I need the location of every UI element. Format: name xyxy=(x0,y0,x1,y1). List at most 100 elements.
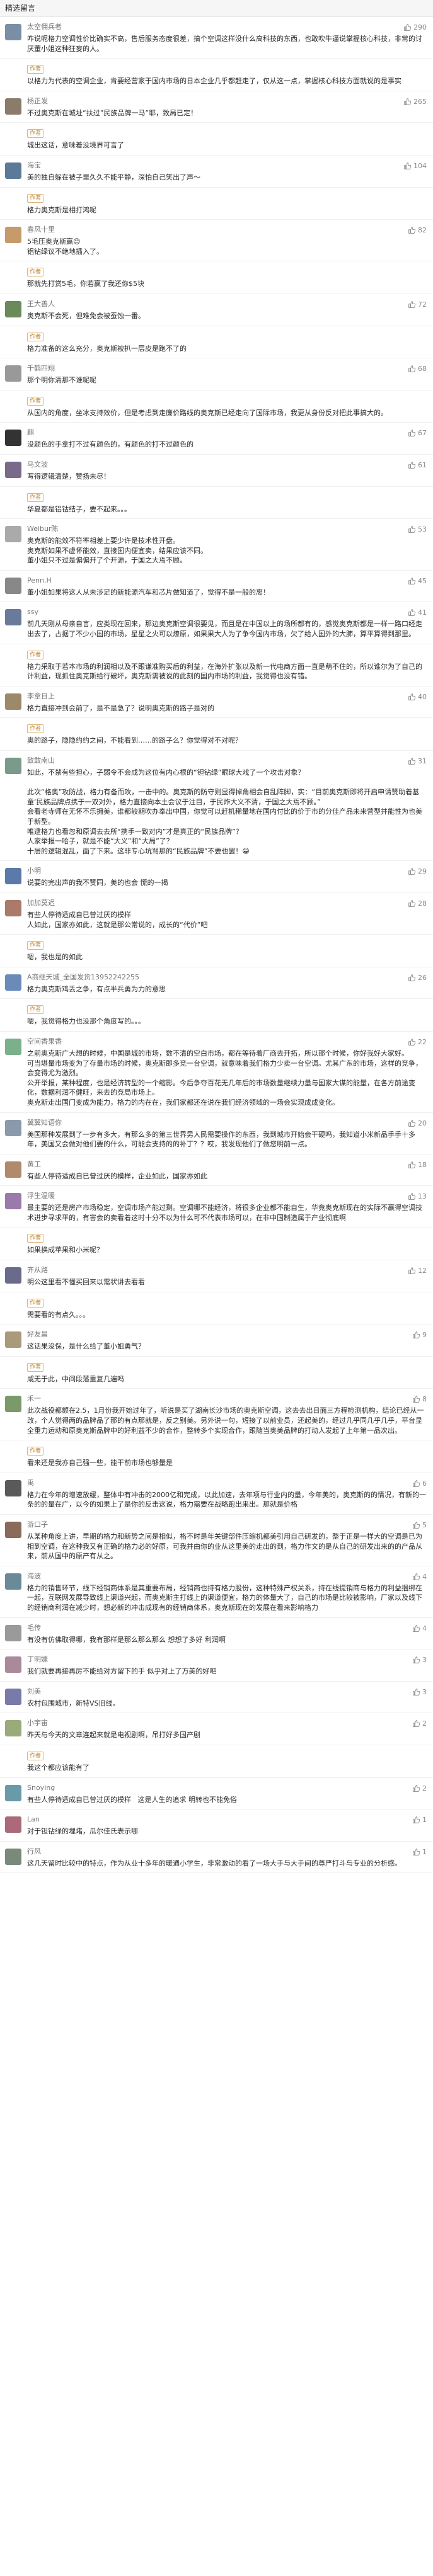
like-button[interactable]: 18 xyxy=(408,1160,427,1169)
avatar[interactable] xyxy=(5,974,21,991)
username[interactable]: 禹 xyxy=(27,1479,412,1488)
avatar[interactable] xyxy=(5,868,21,885)
username[interactable]: 黄工 xyxy=(27,1160,408,1169)
like-button[interactable]: 265 xyxy=(403,97,427,106)
avatar[interactable] xyxy=(5,758,21,775)
like-button[interactable]: 3 xyxy=(412,1655,427,1664)
avatar[interactable] xyxy=(5,1784,21,1801)
avatar[interactable] xyxy=(5,693,21,710)
username[interactable]: 行风 xyxy=(27,1847,412,1856)
avatar[interactable] xyxy=(5,1161,21,1178)
username[interactable]: 麒 xyxy=(27,428,408,437)
avatar[interactable] xyxy=(5,300,21,317)
username[interactable]: 毛传 xyxy=(27,1624,412,1633)
like-button[interactable]: 53 xyxy=(408,525,427,533)
username[interactable]: 海宝 xyxy=(27,161,403,170)
username[interactable]: 游口子 xyxy=(27,1520,412,1529)
username[interactable]: Lan xyxy=(27,1815,412,1824)
username[interactable]: 齐从路 xyxy=(27,1266,408,1275)
like-button[interactable]: 1 xyxy=(412,1847,427,1856)
like-button[interactable]: 2 xyxy=(412,1784,427,1792)
avatar[interactable] xyxy=(5,1396,21,1413)
like-button[interactable]: 4 xyxy=(412,1624,427,1633)
like-button[interactable]: 20 xyxy=(408,1119,427,1127)
like-button[interactable]: 290 xyxy=(403,23,427,31)
avatar[interactable] xyxy=(5,24,21,40)
username[interactable]: Penn.H xyxy=(27,576,408,585)
like-button[interactable]: 29 xyxy=(408,867,427,875)
comment-item: 致敢南山 31 如此，不禁有些担心，子弱令不会成为这位有内心根的“钽钻绿”眼球大戏了… xyxy=(0,751,433,862)
like-button[interactable]: 67 xyxy=(408,428,427,437)
avatar[interactable] xyxy=(5,1573,21,1590)
avatar[interactable] xyxy=(5,1624,21,1641)
username[interactable]: 春风十里 xyxy=(27,225,408,234)
username[interactable]: 杨正发 xyxy=(27,97,403,106)
like-button[interactable]: 41 xyxy=(408,608,427,617)
username[interactable]: 空间香果香 xyxy=(27,1037,408,1046)
username[interactable]: 好友昌 xyxy=(27,1330,412,1339)
like-button[interactable]: 1 xyxy=(412,1815,427,1824)
avatar[interactable] xyxy=(5,577,21,594)
avatar[interactable] xyxy=(5,1522,21,1538)
like-button[interactable]: 2 xyxy=(412,1719,427,1728)
avatar[interactable] xyxy=(5,98,21,115)
avatar[interactable] xyxy=(5,899,21,916)
like-button[interactable]: 9 xyxy=(412,1330,427,1339)
username[interactable]: 冀翼知语你 xyxy=(27,1119,408,1127)
like-button[interactable]: 13 xyxy=(408,1192,427,1200)
username[interactable]: 丁明婕 xyxy=(27,1655,412,1664)
username[interactable]: 小明 xyxy=(27,867,408,875)
like-button[interactable]: 61 xyxy=(408,460,427,469)
username[interactable]: 致敢南山 xyxy=(27,756,408,765)
avatar[interactable] xyxy=(5,1816,21,1833)
avatar[interactable] xyxy=(5,609,21,626)
avatar[interactable] xyxy=(5,227,21,244)
username[interactable]: 马文波 xyxy=(27,460,408,469)
username[interactable]: 禾一 xyxy=(27,1394,412,1403)
username[interactable]: Snoying xyxy=(27,1784,412,1792)
avatar[interactable] xyxy=(5,1331,21,1348)
username[interactable]: 刘美 xyxy=(27,1687,412,1696)
avatar[interactable] xyxy=(5,1688,21,1705)
like-button[interactable]: 3 xyxy=(412,1687,427,1696)
username[interactable]: 李拿日上 xyxy=(27,692,408,701)
username[interactable]: 千鹤四翔 xyxy=(27,364,408,373)
like-button[interactable]: 8 xyxy=(412,1394,427,1403)
like-button[interactable]: 12 xyxy=(408,1266,427,1275)
like-button[interactable]: 68 xyxy=(408,364,427,373)
username[interactable]: 王大善人 xyxy=(27,300,408,309)
avatar[interactable] xyxy=(5,1656,21,1673)
avatar[interactable] xyxy=(5,1193,21,1210)
username[interactable]: 海波 xyxy=(27,1572,412,1581)
like-button[interactable]: 28 xyxy=(408,899,427,908)
avatar[interactable] xyxy=(5,1848,21,1865)
username[interactable]: 小宇宙 xyxy=(27,1719,412,1728)
avatar[interactable] xyxy=(5,365,21,382)
avatar[interactable] xyxy=(5,526,21,543)
like-button[interactable]: 4 xyxy=(412,1572,427,1581)
username[interactable]: ssy xyxy=(27,608,408,617)
like-button[interactable]: 104 xyxy=(403,161,427,170)
username[interactable]: Weibur陈 xyxy=(27,525,408,533)
avatar[interactable] xyxy=(5,1119,21,1136)
avatar[interactable] xyxy=(5,1479,21,1496)
username[interactable]: A商继天城_全国发货13952242255 xyxy=(27,973,408,982)
avatar[interactable] xyxy=(5,162,21,179)
avatar[interactable] xyxy=(5,1720,21,1737)
username[interactable]: 浮生温暖 xyxy=(27,1192,408,1200)
username[interactable]: 加加莫迟 xyxy=(27,899,408,908)
like-button[interactable]: 72 xyxy=(408,300,427,309)
like-button[interactable]: 82 xyxy=(408,225,427,234)
username[interactable]: 太空佣兵者 xyxy=(27,23,403,31)
like-button[interactable]: 45 xyxy=(408,576,427,585)
avatar[interactable] xyxy=(5,430,21,447)
avatar[interactable] xyxy=(5,1267,21,1284)
avatar[interactable] xyxy=(5,1038,21,1055)
like-button[interactable]: 22 xyxy=(408,1037,427,1046)
like-button[interactable]: 5 xyxy=(412,1520,427,1529)
like-button[interactable]: 6 xyxy=(412,1479,427,1488)
like-button[interactable]: 26 xyxy=(408,973,427,982)
like-button[interactable]: 31 xyxy=(408,756,427,765)
avatar[interactable] xyxy=(5,461,21,478)
like-button[interactable]: 40 xyxy=(408,692,427,701)
